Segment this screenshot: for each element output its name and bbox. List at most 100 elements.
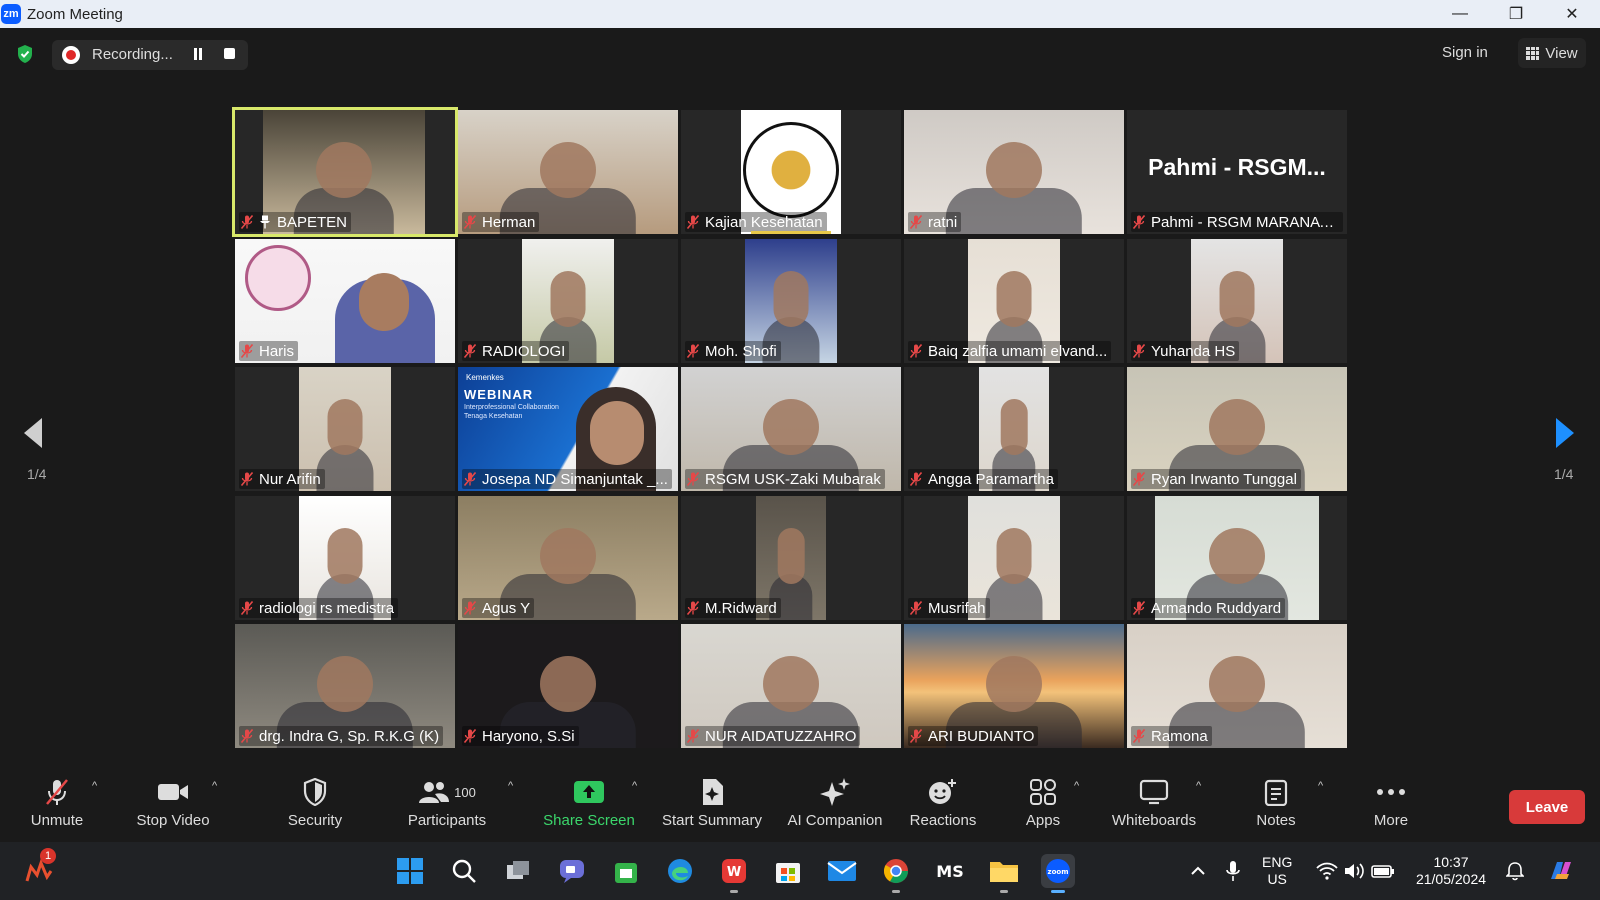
participant-tile[interactable]: drg. Indra G, Sp. R.K.G (K) xyxy=(235,624,455,748)
participant-tile[interactable]: ARI BUDIANTO xyxy=(904,624,1124,748)
more-button[interactable]: More xyxy=(1336,778,1446,829)
share-options-caret-icon[interactable]: ^ xyxy=(632,780,637,792)
participant-name: Nur Arifin xyxy=(259,470,321,488)
person-face xyxy=(1209,528,1265,585)
person-face xyxy=(986,142,1042,199)
microphone-tray-icon[interactable] xyxy=(1216,854,1250,888)
search-icon[interactable] xyxy=(447,854,481,888)
notifications-bell-icon[interactable] xyxy=(1498,854,1532,888)
view-button[interactable]: View xyxy=(1518,38,1586,68)
ai-companion-button[interactable]: AI Companion xyxy=(780,778,890,829)
file-explorer-icon[interactable] xyxy=(987,854,1021,893)
person-face xyxy=(773,271,809,328)
participant-tile[interactable]: Angga Paramartha xyxy=(904,367,1124,491)
participant-tile[interactable]: Nur Arifin xyxy=(235,367,455,491)
ms-app-icon[interactable]: MS xyxy=(933,854,967,888)
participants-options-caret-icon[interactable]: ^ xyxy=(508,780,513,792)
language-indicator[interactable]: ENG US xyxy=(1262,854,1292,888)
video-options-caret-icon[interactable]: ^ xyxy=(212,780,217,792)
leave-button[interactable]: Leave xyxy=(1509,790,1585,824)
whiteboards-button[interactable]: Whiteboards xyxy=(1099,778,1209,829)
apps-label: Apps xyxy=(1025,812,1061,829)
reactions-button[interactable]: Reactions xyxy=(888,778,998,829)
mail-icon[interactable] xyxy=(825,854,859,888)
participant-tile[interactable]: NUR AIDATUZZAHRO xyxy=(681,624,901,748)
muted-mic-icon xyxy=(1133,472,1145,486)
participant-tile[interactable]: Haryono, S.Si xyxy=(458,624,678,748)
participant-tile[interactable]: Musrifah xyxy=(904,496,1124,620)
participant-tile[interactable]: Pahmi - RSGM... Pahmi - RSGM MARANAT... xyxy=(1127,110,1347,234)
edge-browser-icon[interactable] xyxy=(663,854,697,888)
participant-name-bar: Haris xyxy=(239,341,299,361)
participant-tile[interactable]: ratni xyxy=(904,110,1124,234)
chrome-browser-icon[interactable] xyxy=(879,854,913,893)
participant-tile[interactable]: Kemenkes WEBINAR Interprofessional Collabo… xyxy=(458,367,678,491)
whiteboards-options-caret-icon[interactable]: ^ xyxy=(1196,780,1201,792)
participant-name-bar: Haryono, S.Si xyxy=(462,726,579,746)
copilot-icon[interactable] xyxy=(1544,854,1578,888)
next-page-arrow-icon[interactable] xyxy=(1554,416,1576,450)
clock[interactable]: 10:37 21/05/2024 xyxy=(1412,854,1490,888)
participant-tile[interactable]: Agus Y xyxy=(458,496,678,620)
notes-options-caret-icon[interactable]: ^ xyxy=(1318,780,1323,792)
notes-button[interactable]: Notes xyxy=(1221,778,1331,829)
participants-button[interactable]: 100 Participants xyxy=(392,778,502,829)
zoom-taskbar-icon[interactable]: zoom xyxy=(1041,854,1075,893)
participant-tile[interactable]: Haris xyxy=(235,239,455,363)
participant-name: Baiq zalfia umami elvand... xyxy=(928,342,1108,360)
participant-tile[interactable]: Ryan Irwanto Tunggal xyxy=(1127,367,1347,491)
participant-name: Moh. Shofi xyxy=(705,342,777,360)
recording-label: Recording... xyxy=(92,46,173,63)
wps-office-icon[interactable]: W xyxy=(717,854,751,893)
windows-start-icon[interactable] xyxy=(393,854,427,888)
participant-name: Agus Y xyxy=(482,599,531,617)
participant-tile[interactable]: RSGM USK-Zaki Mubarak xyxy=(681,367,901,491)
participant-tile[interactable]: Armando Ruddyard xyxy=(1127,496,1347,620)
participant-name-bar: RADIOLOGI xyxy=(462,341,570,361)
previous-page-arrow-icon[interactable] xyxy=(22,416,44,450)
participant-tile[interactable]: M.Ridward xyxy=(681,496,901,620)
participant-name: ARI BUDIANTO xyxy=(928,727,1035,745)
show-hidden-icons-chevron-icon[interactable] xyxy=(1181,854,1215,888)
share-screen-button[interactable]: Share Screen xyxy=(534,778,644,829)
participant-name: Haris xyxy=(259,342,295,360)
participant-tile[interactable]: radiologi rs medistra xyxy=(235,496,455,620)
participant-name: Pahmi - RSGM MARANAT... xyxy=(1151,213,1339,231)
participant-tile[interactable]: Baiq zalfia umami elvand... xyxy=(904,239,1124,363)
battery-icon[interactable] xyxy=(1366,854,1400,888)
participant-tile[interactable]: Yuhanda HS xyxy=(1127,239,1347,363)
participant-name-bar: ARI BUDIANTO xyxy=(908,726,1039,746)
participant-tile[interactable]: Moh. Shofi xyxy=(681,239,901,363)
task-view-icon[interactable] xyxy=(501,854,535,888)
participant-tile[interactable]: BAPETEN xyxy=(232,107,458,237)
video-gallery: BAPETEN Herman Kajian Kesehatan ratni Pahmi … xyxy=(232,107,1365,760)
muted-mic-icon xyxy=(464,344,476,358)
participant-tile[interactable]: RADIOLOGI xyxy=(458,239,678,363)
sign-in-link[interactable]: Sign in xyxy=(1442,44,1488,61)
teams-chat-icon[interactable] xyxy=(555,854,589,888)
participant-tile[interactable]: Ramona xyxy=(1127,624,1347,748)
minimize-button[interactable]: — xyxy=(1432,0,1488,28)
microsoft-store-icon[interactable] xyxy=(771,854,805,888)
person-face xyxy=(777,528,805,585)
start-summary-button[interactable]: Start Summary xyxy=(657,778,767,829)
participant-name: Musrifah xyxy=(928,599,986,617)
audio-options-caret-icon[interactable]: ^ xyxy=(92,780,97,792)
office-app-icon[interactable]: 1 xyxy=(22,848,56,886)
apps-options-caret-icon[interactable]: ^ xyxy=(1074,780,1079,792)
encryption-shield-icon[interactable] xyxy=(16,44,34,64)
security-button[interactable]: Security xyxy=(260,778,370,829)
restore-button[interactable]: ❐ xyxy=(1488,0,1544,28)
muted-mic-icon xyxy=(42,778,72,806)
participant-name-bar: Yuhanda HS xyxy=(1131,341,1240,361)
apps-button[interactable]: Apps xyxy=(988,778,1098,829)
pause-recording-icon[interactable] xyxy=(192,48,204,60)
view-label: View xyxy=(1545,44,1578,62)
close-button[interactable]: ✕ xyxy=(1544,0,1600,28)
participant-tile[interactable]: Kajian Kesehatan xyxy=(681,110,901,234)
participant-tile[interactable]: Herman xyxy=(458,110,678,234)
person-face xyxy=(317,656,373,713)
android-app-icon[interactable] xyxy=(609,854,643,888)
stop-recording-icon[interactable] xyxy=(224,48,235,59)
participant-name-bar: Pahmi - RSGM MARANAT... xyxy=(1131,212,1343,232)
